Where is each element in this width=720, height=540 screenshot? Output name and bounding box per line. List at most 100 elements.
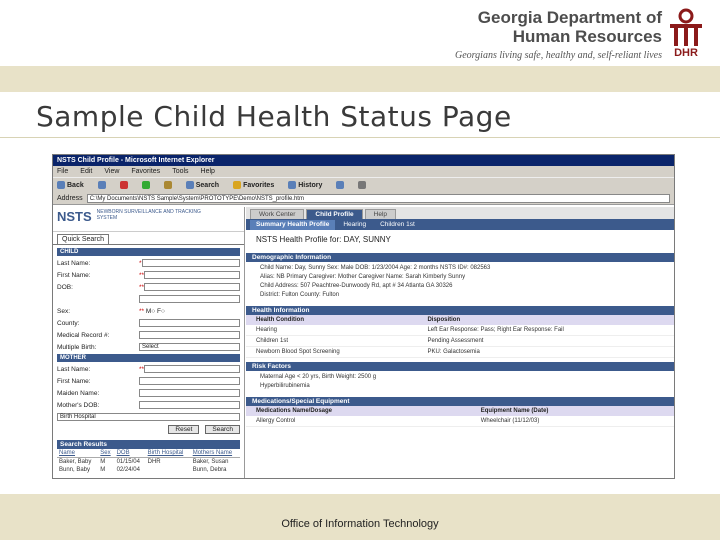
child-dob-to-row	[57, 293, 240, 305]
slide: Georgia Department of Human Resources Ge…	[0, 0, 720, 540]
col-mothers-name[interactable]: Mothers Name	[190, 449, 240, 458]
favorites-button[interactable]: Favorites	[233, 181, 274, 189]
field-label: Multiple Birth:	[57, 343, 97, 351]
birth-hospital-row: Birth Hospital	[57, 411, 240, 423]
mother-last-name-input[interactable]	[144, 365, 240, 373]
cell: Allergy Control	[246, 416, 471, 427]
mother-dob-input[interactable]	[139, 401, 240, 409]
home-icon[interactable]	[163, 181, 172, 189]
table-row[interactable]: Hearing Left Ear Response: Pass; Right E…	[246, 325, 674, 336]
subtab-children-1st[interactable]: Children 1st	[374, 220, 421, 230]
right-panel: Work Center Child Profile Help Summary H…	[246, 207, 674, 478]
footer-text: Office of Information Technology	[281, 518, 439, 530]
maiden-name-input[interactable]	[139, 389, 240, 397]
field-label: First Name:	[57, 271, 91, 279]
child-first-name-input[interactable]	[144, 271, 240, 279]
forward-icon[interactable]	[97, 181, 106, 189]
search-submit-button[interactable]: Search	[205, 425, 240, 434]
house-icon	[163, 181, 172, 189]
demographic-line: Child Name: Day, Sunny Sex: Male DOB: 1/…	[260, 265, 491, 271]
col-birth-hospital[interactable]: Birth Hospital	[145, 449, 191, 458]
table-row[interactable]: Allergy Control Wheelchair (11/12/03)	[246, 416, 674, 427]
nsts-subtitle: NEWBORN SURVEILLANCE AND TRACKING SYSTEM	[96, 209, 201, 221]
quick-search-form: CHILD Last Name: * First Name: ** DOB: ** S…	[53, 244, 244, 476]
profile-title: NSTS Health Profile for: DAY, SUNNY	[256, 235, 391, 244]
history-button[interactable]: History	[288, 181, 322, 189]
search-label: Search	[195, 181, 220, 189]
child-last-name-input[interactable]	[141, 259, 240, 267]
back-button[interactable]: Back	[57, 181, 84, 189]
subtab-summary-health-profile[interactable]: Summary Health Profile	[250, 220, 336, 230]
cell: Bunn, Baby	[59, 467, 91, 473]
envelope-icon	[336, 181, 345, 189]
org-header: Georgia Department of Human Resources Ge…	[455, 8, 662, 61]
sex-radio-f[interactable]: F○	[157, 308, 165, 315]
subtab-hearing[interactable]: Hearing	[337, 220, 372, 230]
search-button[interactable]: Search	[185, 181, 220, 189]
field-label: Last Name:	[57, 365, 91, 373]
birth-hospital-select[interactable]: Birth Hospital	[57, 413, 240, 421]
nsts-app: NSTS NEWBORN SURVEILLANCE AND TRACKING S…	[53, 207, 674, 478]
tab-help[interactable]: Help	[364, 209, 397, 219]
tab-quick-search[interactable]: Quick Search	[57, 234, 110, 244]
field-label: Maiden Name:	[57, 389, 100, 397]
refresh-icon[interactable]	[141, 181, 150, 189]
print-icon[interactable]	[358, 181, 367, 189]
risk-factors-header: Risk Factors	[246, 362, 674, 371]
menu-tools[interactable]: Tools	[172, 168, 188, 175]
child-dob-row: DOB: **	[57, 281, 240, 293]
refresh-arrows-icon	[141, 181, 150, 189]
address-bar: Address C:\My Documents\NSTS Sample\Syst…	[53, 192, 674, 205]
reset-button[interactable]: Reset	[168, 425, 200, 434]
star-icon	[233, 181, 242, 189]
col-dob[interactable]: DOB	[114, 449, 146, 458]
main-tabs: Work Center Child Profile Help	[246, 207, 674, 219]
history-label: History	[298, 181, 323, 189]
org-name-line2: Human Resources	[512, 27, 662, 46]
field-label: Last Name:	[57, 259, 91, 267]
child-mrn-row: Medical Record #:	[57, 329, 240, 341]
risk-factors: Maternal Age < 20 yrs, Birth Weight: 250…	[246, 371, 674, 393]
county-input[interactable]	[139, 319, 240, 327]
col-name[interactable]: Name	[57, 449, 99, 458]
mother-first-name-input[interactable]	[139, 377, 240, 385]
table-row[interactable]: Children 1st Pending Assessment	[246, 335, 674, 347]
dob-from-input[interactable]	[144, 283, 240, 291]
nsts-logo: NSTS	[57, 209, 92, 224]
stop-icon[interactable]	[119, 181, 128, 189]
address-input[interactable]: C:\My Documents\NSTS Sample\System\PROTO…	[86, 193, 670, 203]
cell: M	[100, 467, 106, 473]
slide-title: Sample Child Health Status Page	[36, 100, 512, 133]
menu-help[interactable]: Help	[201, 168, 215, 175]
dob-to-input[interactable]	[139, 295, 240, 303]
tab-work-center[interactable]: Work Center	[250, 209, 305, 219]
footer-band	[0, 494, 720, 540]
cell: 01/15/04	[116, 459, 140, 465]
mail-icon[interactable]	[336, 181, 345, 189]
col-sex[interactable]: Sex	[98, 449, 115, 458]
table-row[interactable]: Baker, Baby M 01/15/04 DHR Baker, Susan	[57, 458, 240, 467]
sex-radio-m[interactable]: M○	[144, 308, 157, 315]
child-first-name-row: First Name: **	[57, 269, 240, 281]
table-row[interactable]: Bunn, Baby M 02/24/04 Bunn, Debra	[57, 466, 240, 474]
table-row[interactable]: Newborn Blood Spot Screening PKU: Galact…	[246, 346, 674, 358]
tab-child-profile[interactable]: Child Profile	[306, 209, 363, 219]
org-tagline: Georgians living safe, healthy and, self…	[454, 50, 662, 61]
medical-record-input[interactable]	[139, 331, 240, 339]
multiple-birth-select[interactable]: Select	[139, 343, 240, 351]
browser-toolbar: Back Search Favorites History	[53, 177, 674, 192]
left-panel: NSTS NEWBORN SURVEILLANCE AND TRACKING S…	[53, 207, 245, 478]
field-label: Medical Record #:	[57, 331, 110, 339]
menu-favorites[interactable]: Favorites	[131, 168, 160, 175]
search-results-header: Search Results	[57, 440, 240, 449]
menu-view[interactable]: View	[104, 168, 119, 175]
field-label: First Name:	[57, 377, 91, 385]
browser-menu-bar: File Edit View Favorites Tools Help	[53, 166, 674, 177]
menu-file[interactable]: File	[57, 168, 68, 175]
menu-edit[interactable]: Edit	[80, 168, 92, 175]
nsts-brand: NSTS NEWBORN SURVEILLANCE AND TRACKING S…	[53, 207, 244, 232]
cell: Baker, Susan	[192, 459, 229, 465]
demographic-info: Child Name: Day, Sunny Sex: Male DOB: 1/…	[246, 262, 674, 302]
cell: Bunn, Debra	[192, 467, 227, 473]
cell: 02/24/04	[116, 467, 140, 473]
